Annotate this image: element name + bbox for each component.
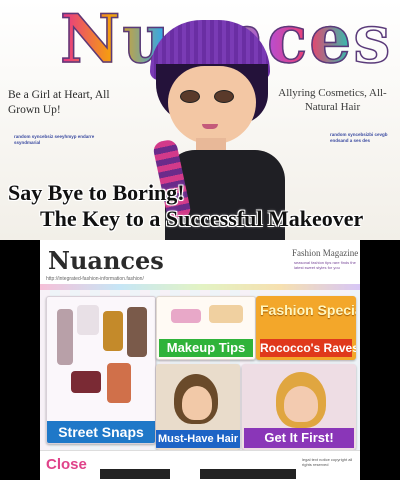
close-button[interactable]: Close	[46, 456, 87, 473]
footer-fineprint: legal text notice copyright all rights r…	[302, 457, 353, 467]
cover-model-eye	[180, 90, 200, 103]
must-have-hair-label: Must-Have Hair	[156, 430, 240, 448]
makeup-tips-label: Makeup Tips	[159, 339, 253, 357]
get-it-first-button[interactable]: Get It First!	[242, 364, 356, 450]
clothing-item-image	[57, 309, 73, 365]
fashion-special-button[interactable]: Fashion Special Rococco's Raves	[256, 296, 356, 360]
clothing-item-image	[103, 311, 123, 351]
model-face	[284, 386, 318, 422]
cover-headline-1: Say Bye to Boring!	[8, 180, 185, 205]
cover-fineprint-right: random syncebsizbi cevgb endsand a ses d…	[330, 132, 388, 143]
menu-url: http://integrated-fashion-information.fa…	[46, 276, 144, 282]
header-stripe	[40, 284, 360, 290]
clothing-item-image	[77, 305, 99, 335]
clothing-item-image	[107, 363, 131, 403]
fashion-special-label: Fashion Special	[260, 302, 356, 318]
clothing-item-image	[127, 307, 147, 357]
divider-bar	[200, 469, 296, 479]
street-snaps-label: Street Snaps	[47, 421, 155, 443]
divider-bar	[100, 469, 170, 479]
cover-tagline-right: Allyring Cosmetics, All-Natural Hair	[278, 87, 387, 113]
magazine-cover: Nuances Be a Girl at Heart, All Grown Up…	[0, 0, 400, 240]
cover-model-mouth	[202, 124, 218, 129]
cover-tagline-left: Be a Girl at Heart, All Grown Up!	[8, 89, 110, 116]
cover-model-face	[168, 66, 256, 144]
menu-logo: Nuances	[48, 246, 164, 275]
hair-model-face	[182, 386, 212, 420]
get-it-first-label: Get It First!	[244, 428, 354, 448]
magazine-menu: Nuances Fashion Magazine seasonal fashio…	[40, 240, 360, 480]
bottom-bar: Close legal text notice copyright all ri…	[40, 450, 360, 480]
makeup-tips-button[interactable]: Makeup Tips	[156, 296, 256, 360]
street-snaps-button[interactable]: Street Snaps	[46, 296, 156, 444]
menu-subtitle: Fashion Magazine	[292, 248, 359, 258]
menu-fineprint: seasonal fashion tips rare finds the lat…	[294, 260, 356, 270]
handbag-image	[71, 371, 101, 393]
menu-header: Nuances Fashion Magazine seasonal fashio…	[40, 240, 360, 286]
rococco-raves-label: Rococco's Raves	[260, 339, 356, 357]
cover-headline-2: The Key to a Successful Makeover	[40, 206, 364, 231]
makeup-image	[209, 305, 243, 323]
makeup-image	[171, 309, 201, 323]
cover-model-eye	[214, 90, 234, 103]
must-have-hair-button[interactable]: Must-Have Hair	[156, 364, 240, 450]
cover-fineprint-left: random syncebsiz seeyhmyp endarre ssyndm…	[14, 134, 95, 145]
